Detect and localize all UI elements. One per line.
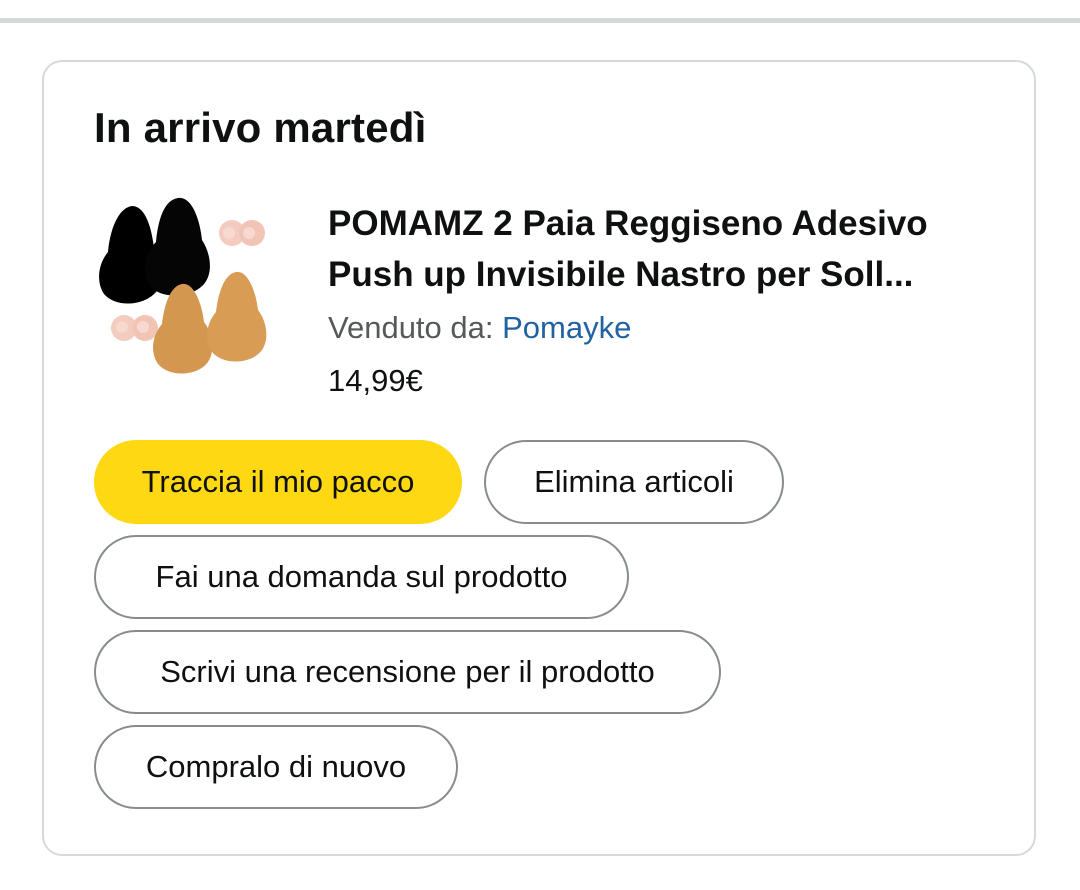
seller-label: Venduto da:: [328, 310, 494, 345]
write-review-button[interactable]: Scrivi una recensione per il prodotto: [94, 630, 721, 714]
delivery-title: In arrivo martedì: [94, 104, 427, 151]
seller-link[interactable]: Pomayke: [502, 310, 631, 345]
ask-question-button[interactable]: Fai una domanda sul prodotto: [94, 535, 629, 619]
buy-again-button[interactable]: Compralo di nuovo: [94, 725, 458, 809]
product-title[interactable]: POMAMZ 2 Paia Reggiseno Adesivo Push up …: [328, 198, 988, 300]
price: 14,99€: [328, 363, 423, 398]
delete-items-button[interactable]: Elimina articoli: [484, 440, 784, 524]
product-info: POMAMZ 2 Paia Reggiseno Adesivo Push up …: [328, 198, 988, 403]
track-package-button[interactable]: Traccia il mio pacco: [94, 440, 462, 524]
product-thumbnail-icon: [99, 197, 267, 374]
top-divider: [0, 18, 1080, 23]
product-image[interactable]: [94, 190, 284, 385]
order-card: In arrivo martedì POMAMZ 2 Paia Reggisen…: [42, 60, 1036, 856]
seller-line: Venduto da: Pomayke: [328, 306, 988, 350]
